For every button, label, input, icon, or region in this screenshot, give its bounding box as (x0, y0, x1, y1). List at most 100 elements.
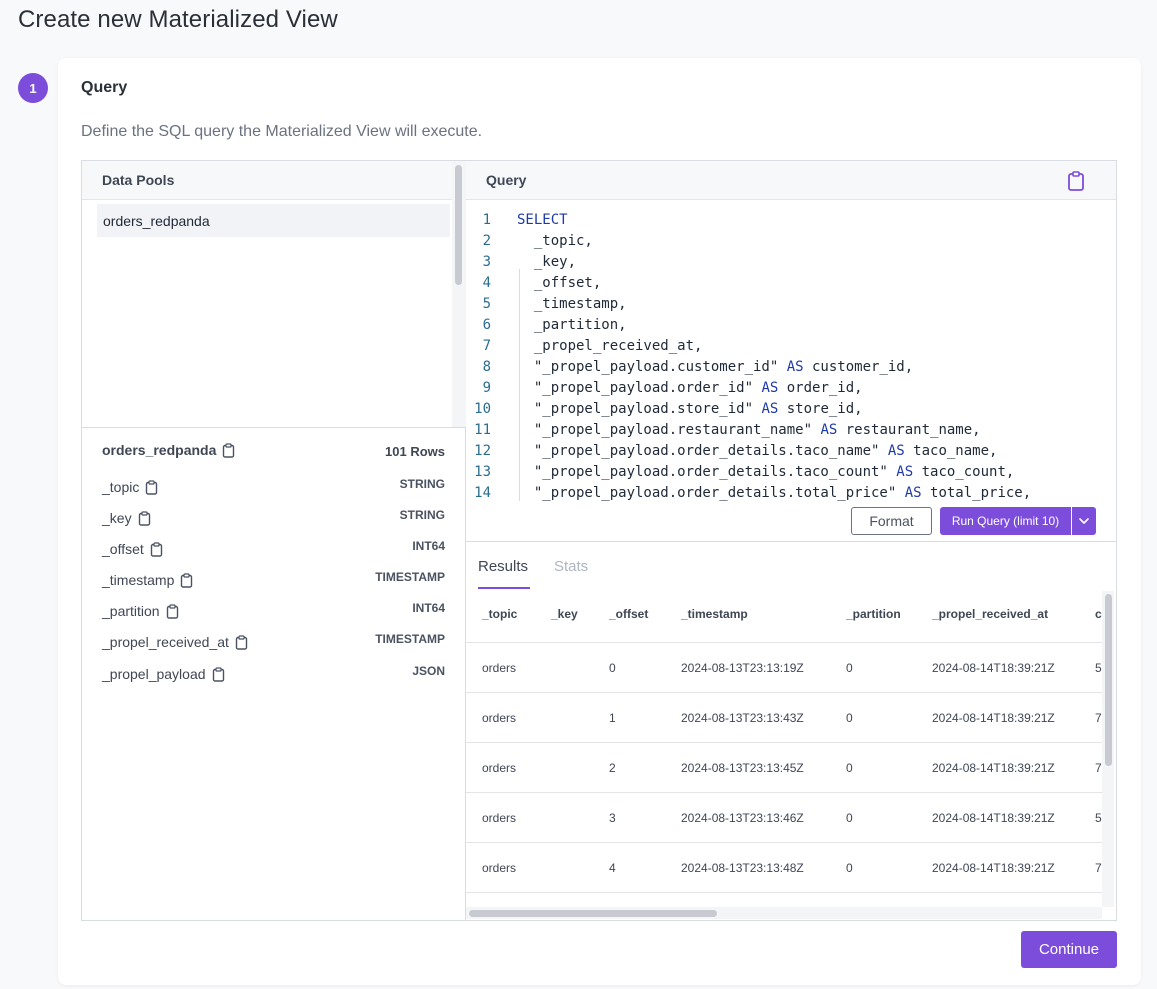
column-header[interactable]: _topic (482, 607, 517, 621)
clipboard-icon[interactable] (150, 541, 163, 557)
code-segment: "_propel_payload.order_details.taco_name… (517, 443, 888, 459)
clipboard-icon[interactable] (138, 510, 151, 526)
field-type: STRING (399, 508, 445, 522)
line-number: 10 (474, 401, 491, 417)
sql-keyword: AS (896, 464, 914, 480)
code-text: "_propel_payload.customer_id" AS custome… (517, 357, 913, 378)
field-name: _propel_received_at (102, 634, 229, 650)
sql-keyword: AS (761, 401, 779, 417)
sql-editor[interactable]: 1 SELECT 2 _topic, 3 _key, 4 _offset, 5 _time… (466, 201, 1116, 501)
code-segment: _partition, (517, 317, 627, 333)
schema-field: _topic (102, 479, 158, 495)
data-pool-item[interactable]: orders_redpanda (97, 204, 450, 237)
data-pools-scrollbar-thumb[interactable] (455, 165, 462, 285)
code-segment: "_propel_payload.order_details.taco_coun… (517, 464, 897, 480)
sql-keyword: SELECT (517, 212, 568, 228)
table-cell: orders (482, 811, 517, 825)
step-number-badge: 1 (18, 73, 48, 103)
code-text: _propel_received_at, (517, 336, 703, 357)
code-segment: _topic, (517, 233, 593, 249)
results-table: _topic _key _offset _timestamp _partition _pr… (466, 590, 1102, 906)
divider (82, 427, 466, 428)
line-number: 6 (482, 317, 491, 333)
schema-name: orders_redpanda (102, 442, 217, 458)
column-header[interactable]: _timestamp (681, 607, 748, 621)
clipboard-icon[interactable] (222, 442, 235, 458)
table-cell: 0 (846, 661, 853, 675)
schema-field: _offset (102, 541, 163, 557)
column-header[interactable]: _key (551, 607, 578, 621)
code-segment: taco_count, (913, 464, 1015, 480)
table-cell: 2024-08-13T23:13:19Z (681, 661, 804, 675)
clipboard-icon[interactable] (166, 603, 179, 619)
code-segment: total_price, (921, 485, 1032, 501)
clipboard-icon[interactable] (145, 479, 158, 495)
schema-field: _propel_payload (102, 666, 225, 682)
code-text: "_propel_payload.order_id" AS order_id, (517, 378, 863, 399)
line-number: 13 (474, 464, 491, 480)
row-divider (466, 842, 1102, 843)
code-segment: "_propel_payload.order_details.total_pri… (517, 485, 905, 501)
line-number: 8 (482, 359, 491, 375)
field-type: JSON (412, 664, 445, 678)
field-name: _partition (102, 603, 160, 619)
table-cell: 7 (1095, 711, 1102, 725)
field-name: _offset (102, 541, 144, 557)
code-segment: restaurant_name, (837, 422, 981, 438)
table-cell: 2024-08-14T18:39:21Z (932, 661, 1055, 675)
line-number: 9 (482, 380, 491, 396)
format-button[interactable]: Format (851, 507, 932, 535)
table-cell: 2024-08-14T18:39:21Z (932, 811, 1055, 825)
step-description: Define the SQL query the Materialized Vi… (81, 123, 483, 140)
code-segment: _key, (517, 254, 577, 270)
code-segment: _propel_received_at, (517, 338, 703, 354)
table-cell: orders (482, 711, 517, 725)
table-cell: 2024-08-13T23:13:43Z (681, 711, 804, 725)
schema-field: _timestamp (102, 572, 193, 588)
active-tab-indicator (478, 587, 530, 589)
run-query-dropdown-button[interactable] (1072, 507, 1096, 535)
table-cell: 2024-08-13T23:13:45Z (681, 761, 804, 775)
table-cell: 2024-08-14T18:39:21Z (932, 761, 1055, 775)
results-vertical-scrollbar-thumb[interactable] (1105, 594, 1112, 766)
code-segment: "_propel_payload.order_id" (517, 380, 762, 396)
clipboard-icon[interactable] (180, 572, 193, 588)
line-number: 5 (482, 296, 491, 312)
column-header[interactable]: _offset (609, 607, 648, 621)
field-name: _topic (102, 479, 140, 495)
continue-button[interactable]: Continue (1021, 931, 1117, 968)
copy-query-clipboard-icon[interactable] (1066, 170, 1086, 192)
code-text: _offset, (517, 273, 601, 294)
divider (466, 541, 1116, 542)
query-panel: Query 1 SELECT 2 _topic, 3 _key, 4 _offset, 5… (466, 161, 1116, 920)
code-segment: store_id, (778, 401, 863, 417)
run-query-button[interactable]: Run Query (limit 10) (940, 507, 1071, 535)
row-divider (466, 742, 1102, 743)
clipboard-icon[interactable] (212, 666, 225, 682)
table-cell: 2024-08-14T18:39:21Z (932, 711, 1055, 725)
chevron-down-icon (1079, 518, 1089, 524)
table-cell: 0 (846, 711, 853, 725)
tab-results[interactable]: Results (478, 558, 528, 575)
column-header[interactable]: _propel_received_at (932, 607, 1048, 621)
clipboard-icon[interactable] (235, 634, 248, 650)
tab-stats[interactable]: Stats (554, 558, 588, 575)
sql-keyword: AS (820, 422, 838, 438)
sql-keyword: AS (786, 359, 804, 375)
row-divider (466, 692, 1102, 693)
code-text: "_propel_payload.restaurant_name" AS res… (517, 420, 981, 441)
code-text: "_propel_payload.order_details.taco_coun… (517, 462, 1014, 483)
table-cell: 5 (1095, 811, 1102, 825)
field-type: TIMESTAMP (375, 632, 445, 646)
table-cell: 2024-08-13T23:13:48Z (681, 861, 804, 875)
column-header[interactable]: c (1095, 607, 1102, 621)
line-number: 11 (474, 422, 491, 438)
column-header[interactable]: _partition (846, 607, 901, 621)
code-segment: order_id, (778, 380, 863, 396)
results-horizontal-scrollbar-thumb[interactable] (469, 910, 717, 917)
line-number: 14 (474, 485, 491, 501)
schema-title: orders_redpanda (102, 442, 235, 458)
field-name: _propel_payload (102, 666, 206, 682)
table-cell: 0 (609, 661, 616, 675)
table-cell: 2 (609, 761, 616, 775)
